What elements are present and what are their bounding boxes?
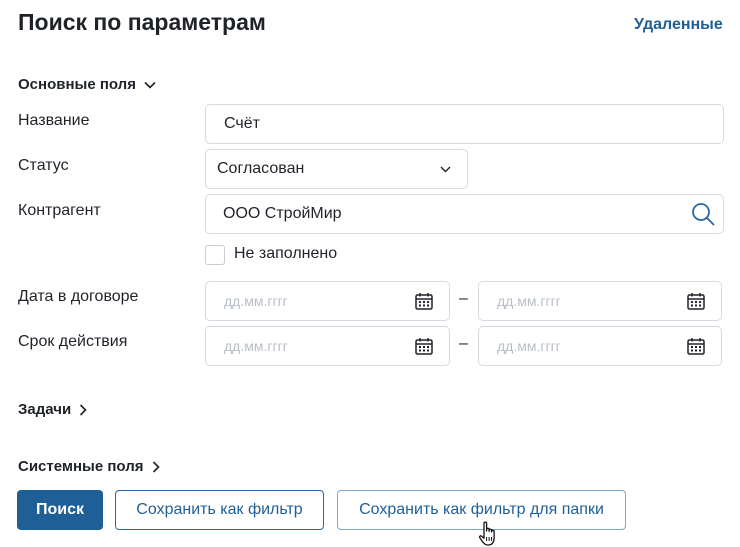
calendar-icon[interactable] (415, 337, 433, 355)
name-label: Название (18, 112, 90, 129)
contract-date-to-placeholder: дд.мм.гггг (497, 293, 561, 309)
contract-date-from-placeholder: дд.мм.гггг (224, 293, 288, 309)
calendar-icon[interactable] (687, 337, 705, 355)
not-filled-label: Не заполнено (234, 245, 338, 262)
validity-label: Срок действия (18, 333, 128, 350)
counterparty-value: ООО СтройМир (223, 205, 342, 222)
save-filter-button[interactable]: Сохранить как фильтр (115, 490, 324, 530)
status-label: Статус (18, 157, 69, 174)
name-input[interactable]: Счёт (205, 104, 724, 144)
system-fields-label: Системные поля (18, 458, 144, 475)
main-fields-label: Основные поля (18, 76, 136, 93)
hand-pointer-icon (478, 521, 495, 546)
search-button[interactable]: Поиск (17, 490, 103, 530)
range-separator: – (459, 290, 468, 307)
contract-date-from-input[interactable]: дд.мм.гггг (205, 281, 450, 321)
validity-from-placeholder: дд.мм.гггг (224, 338, 288, 354)
counterparty-label: Контрагент (18, 202, 101, 219)
page-title: Поиск по параметрам (18, 9, 266, 35)
system-fields-toggle[interactable]: Системные поля (18, 458, 160, 475)
deleted-link[interactable]: Удаленные (634, 16, 723, 34)
validity-from-input[interactable]: дд.мм.гггг (205, 326, 450, 366)
calendar-icon[interactable] (415, 292, 433, 310)
chevron-right-icon (80, 403, 87, 416)
chevron-right-icon (152, 460, 160, 473)
contract-date-label: Дата в договоре (18, 288, 139, 305)
tasks-toggle[interactable]: Задачи (18, 401, 87, 418)
validity-to-placeholder: дд.мм.гггг (497, 338, 561, 354)
not-filled-checkbox[interactable] (205, 245, 225, 265)
main-fields-toggle[interactable]: Основные поля (18, 76, 156, 93)
status-value: Согласован (217, 160, 305, 177)
counterparty-input[interactable]: ООО СтройМир (205, 194, 724, 234)
tasks-label: Задачи (18, 401, 72, 418)
status-select[interactable]: Согласован (205, 149, 468, 189)
chevron-down-icon (144, 81, 156, 89)
contract-date-to-input[interactable]: дд.мм.гггг (478, 281, 722, 321)
validity-to-input[interactable]: дд.мм.гггг (478, 326, 722, 366)
name-value: Счёт (224, 115, 260, 132)
search-icon[interactable] (691, 202, 715, 226)
range-separator: – (459, 335, 468, 352)
calendar-icon[interactable] (687, 292, 705, 310)
chevron-down-icon (440, 166, 451, 172)
